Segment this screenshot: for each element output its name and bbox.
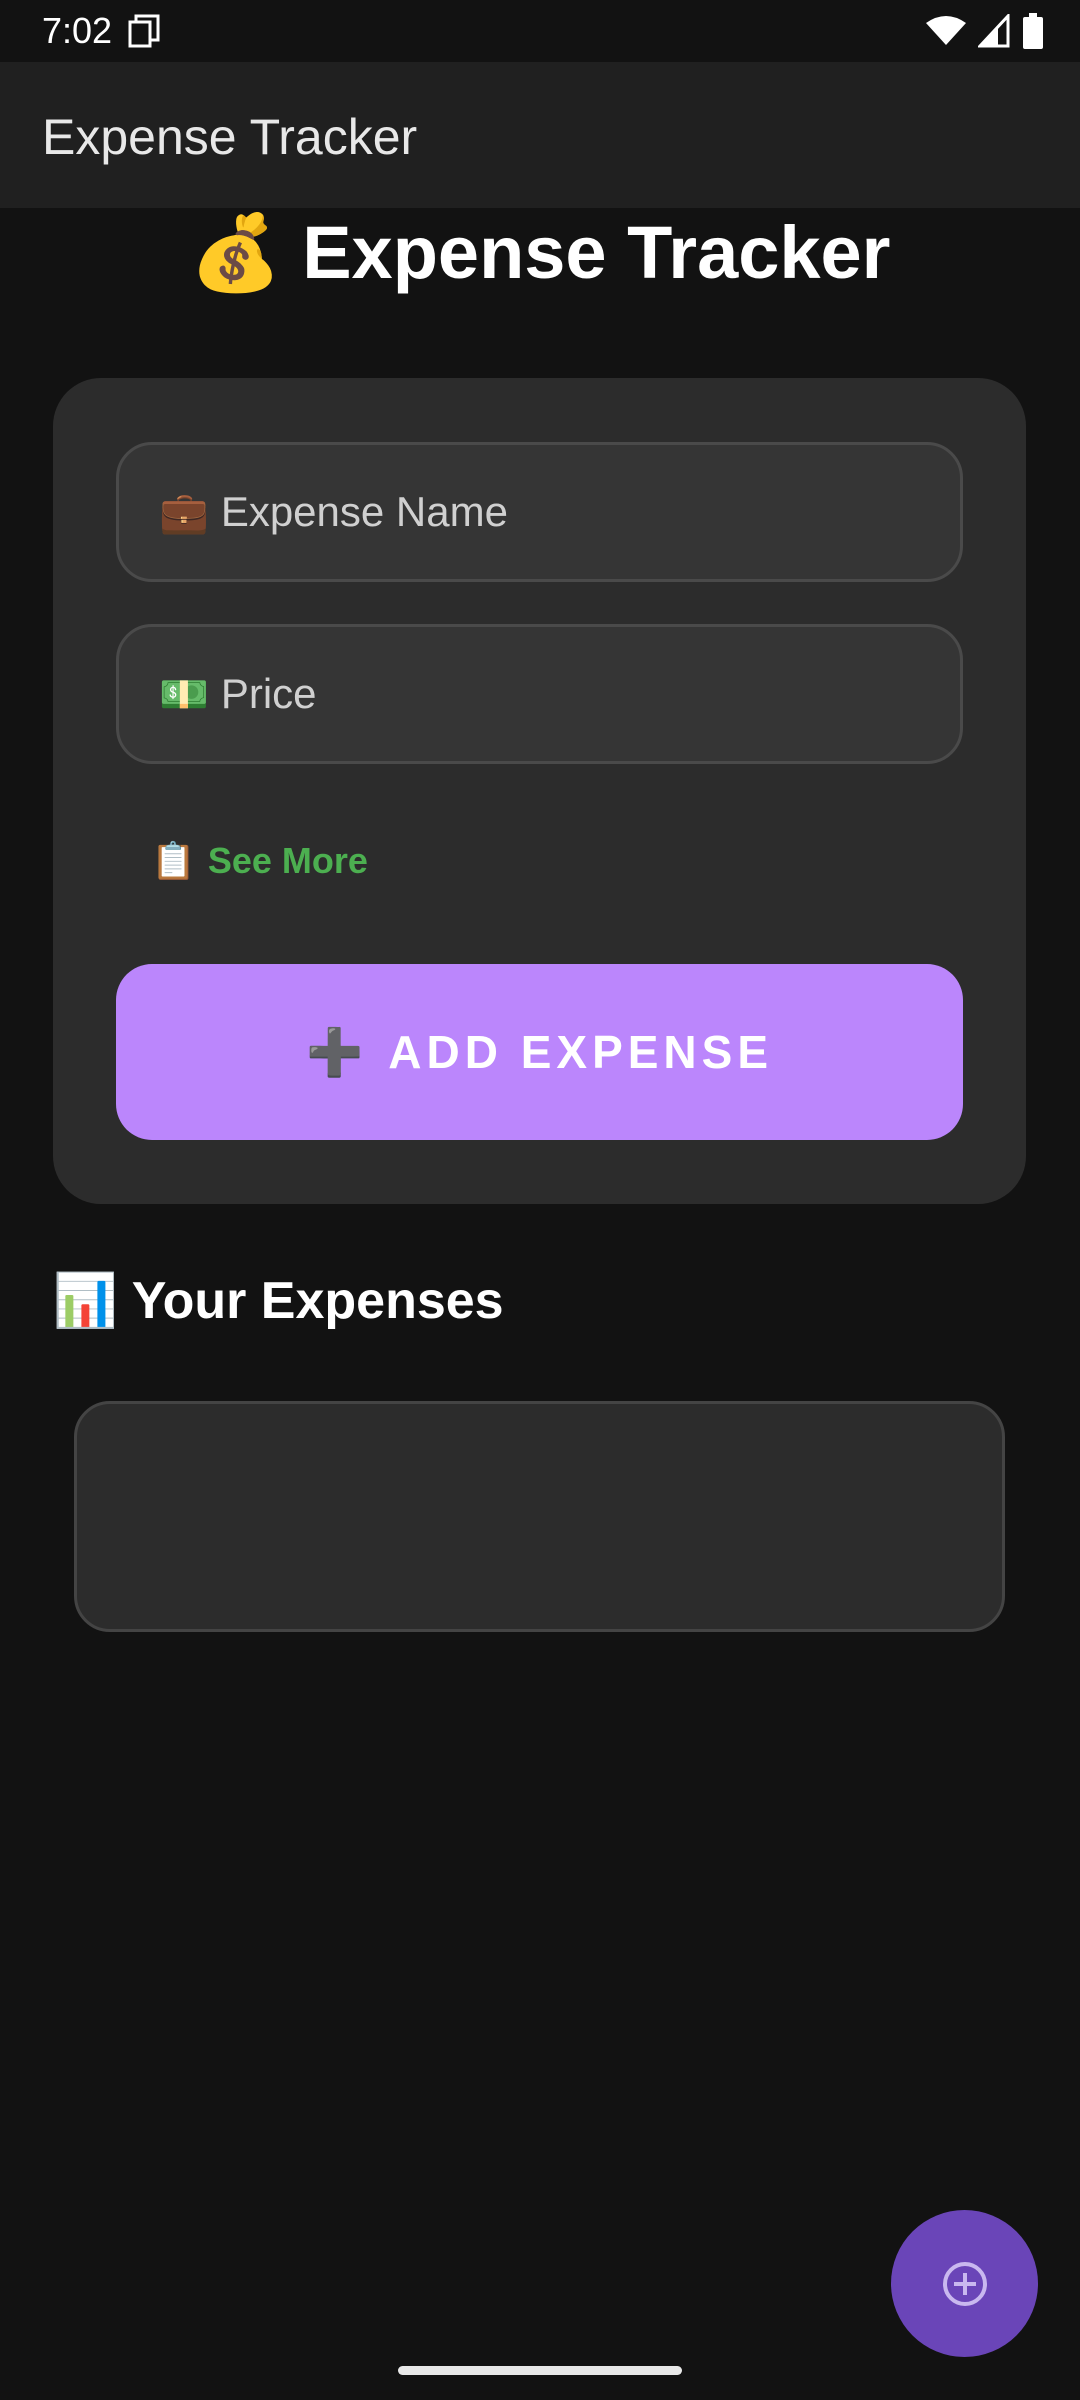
expenses-section-title: 📊 Your Expenses (53, 1270, 504, 1331)
add-circle-icon (942, 2261, 987, 2306)
signal-icon (978, 14, 1010, 48)
status-time: 7:02 (42, 10, 113, 51)
notification-icon (128, 14, 160, 48)
clipboard-icon: 📋 (151, 840, 196, 881)
expenses-title-text: Your Expenses (131, 1271, 504, 1330)
price-placeholder: Price (220, 670, 317, 717)
battery-icon (1023, 13, 1043, 49)
add-fab-button[interactable] (891, 2210, 1038, 2357)
dollar-bill-icon: 💵 (159, 672, 209, 717)
price-input[interactable]: 💵 Price (116, 624, 963, 764)
expense-name-placeholder: Expense Name (220, 488, 508, 535)
plus-icon: ➕ (305, 1025, 369, 1078)
see-more-label: See More (207, 840, 368, 881)
add-expense-label: ADD EXPENSE (388, 1026, 774, 1078)
expense-name-input[interactable]: 💼 Expense Name (116, 442, 963, 582)
page-title-text: Expense Tracker (302, 211, 891, 294)
home-indicator[interactable] (398, 2366, 682, 2375)
status-icons (926, 12, 1044, 50)
status-bar: 7:02 (0, 0, 1080, 62)
briefcase-icon: 💼 (159, 490, 209, 535)
page-title: 💰 Expense Tracker (0, 208, 1080, 298)
app-bar: Expense Tracker (0, 62, 1080, 208)
see-more-link[interactable]: 📋 See More (151, 840, 368, 882)
money-bag-icon: 💰 (189, 211, 282, 294)
app-bar-title: Expense Tracker (42, 109, 418, 165)
add-expense-button[interactable]: ➕ ADD EXPENSE (116, 964, 963, 1140)
wifi-icon (926, 16, 966, 45)
bar-chart-icon: 📊 (53, 1272, 118, 1330)
expense-list[interactable] (74, 1401, 1005, 1632)
expense-form-card: 💼 Expense Name 💵 Price 📋 See More ➕ ADD … (53, 378, 1026, 1204)
